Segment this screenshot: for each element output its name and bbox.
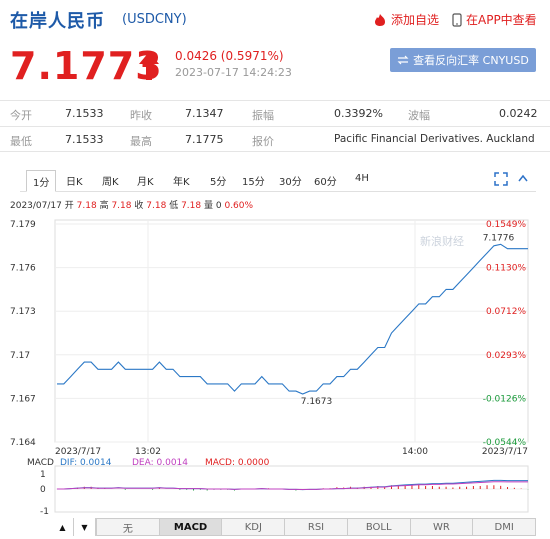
tab-daily[interactable]: 日K <box>66 173 83 188</box>
y-tick-label: 7.179 <box>10 220 36 230</box>
ohlc-close-label: 收 <box>134 201 144 211</box>
quote-source-label: 报价 <box>252 135 274 148</box>
volatility-value: 0.0242 <box>499 107 538 120</box>
ohlc-close: 7.18 <box>146 201 167 211</box>
low-label: 最低 <box>10 135 32 148</box>
pct-tick-label: 0.0712% <box>486 307 526 317</box>
tab-weekly[interactable]: 周K <box>102 173 119 188</box>
tab-5min[interactable]: 5分 <box>210 173 226 188</box>
view-in-app-button[interactable]: 在APP中查看 <box>452 11 537 28</box>
indicator-rsi[interactable]: RSI <box>285 519 348 535</box>
indicator-kdj[interactable]: KDJ <box>222 519 286 535</box>
indicator-tabs: 无 MACD KDJ RSI BOLL WR DMI <box>52 518 536 536</box>
tab-15min[interactable]: 15分 <box>242 173 265 188</box>
ohlc-volume: 量 0 <box>204 201 222 211</box>
x-tick-label: 2023/7/17 <box>55 447 101 457</box>
pct-tick-label: 0.1549% <box>486 220 526 230</box>
y-tick-label: 7.164 <box>10 438 36 448</box>
reverse-rate-label: 查看反向汇率 CNYUSD <box>413 54 529 67</box>
ohlc-readout: 2023/07/17 开 7.18 高 7.18 收 7.18 低 7.18 量… <box>10 198 253 211</box>
tab-yearly[interactable]: 年K <box>173 173 190 188</box>
nav-down-icon[interactable]: ▼ <box>74 518 96 536</box>
indicator-boll[interactable]: BOLL <box>347 519 411 535</box>
price-change: 0.0426 (0.5971%) <box>175 49 284 63</box>
min-annotation: 7.1673 <box>301 397 333 407</box>
ohlc-high-label: 高 <box>99 201 109 211</box>
stats-table: 今开 7.1533 昨收 7.1347 振幅 0.3392% 波幅 0.0242… <box>0 100 550 152</box>
ohlc-high: 7.18 <box>111 201 132 211</box>
tab-4h[interactable]: 4H <box>355 173 369 184</box>
add-favorite-button[interactable]: 添加自选 <box>373 11 439 28</box>
nav-up-icon[interactable]: ▲ <box>52 518 74 536</box>
volatility-label: 波幅 <box>408 109 430 122</box>
page-title: 在岸人民币 <box>10 11 105 32</box>
macd-y-tick: -1 <box>40 507 49 517</box>
stats-row: 最低 7.1533 最高 7.1775 报价 Pacific Financial… <box>0 126 550 152</box>
x-tick-label: 13:02 <box>135 447 161 457</box>
price-chart[interactable]: 7.179 7.176 7.173 7.17 7.167 7.164 0.1549% 0.11… <box>0 212 550 517</box>
ohlc-open: 7.18 <box>76 201 97 211</box>
quote-source-value: Pacific Financial Derivatives. Auckland <box>334 133 535 145</box>
fire-icon <box>375 13 385 26</box>
chevron-up-icon[interactable] <box>518 172 528 186</box>
ohlc-pct: 0.60% <box>224 201 254 211</box>
prev-close-value: 7.1347 <box>185 107 224 120</box>
pct-tick-label: 0.1130% <box>486 264 526 274</box>
phone-icon <box>452 12 462 27</box>
view-in-app-label: 在APP中查看 <box>466 13 537 27</box>
open-value: 7.1533 <box>65 107 104 120</box>
indicator-nav: ▲ ▼ <box>52 518 96 536</box>
add-favorite-label: 添加自选 <box>391 13 440 27</box>
up-arrow-icon <box>139 52 159 80</box>
open-label: 今开 <box>10 109 32 122</box>
pct-tick-label: -0.0126% <box>483 394 527 404</box>
amplitude-value: 0.3392% <box>334 107 383 120</box>
x-tick-label: 2023/7/17 <box>482 447 528 457</box>
amplitude-label: 振幅 <box>252 109 274 122</box>
indicator-none[interactable]: 无 <box>97 519 160 535</box>
macd-title: MACD <box>27 458 54 468</box>
quote-timestamp: 2023-07-17 14:24:23 <box>175 66 292 79</box>
swap-icon <box>397 55 409 65</box>
indicator-macd[interactable]: MACD <box>159 519 223 535</box>
tab-30min[interactable]: 30分 <box>279 173 302 188</box>
x-tick-label: 14:00 <box>402 447 428 457</box>
tab-60min[interactable]: 60分 <box>314 173 337 188</box>
price-series-line <box>57 243 528 395</box>
y-tick-label: 7.176 <box>10 264 36 274</box>
indicator-wr[interactable]: WR <box>410 519 474 535</box>
period-tabs: 1分 日K 周K 月K 年K 5分 15分 30分 60分 4H <box>20 170 536 192</box>
y-tick-label: 7.17 <box>10 351 30 361</box>
tab-monthly[interactable]: 月K <box>137 173 154 188</box>
plot-frame <box>54 219 529 443</box>
ohlc-open-label: 开 <box>64 201 74 211</box>
indicator-dmi[interactable]: DMI <box>473 519 536 535</box>
y-tick-label: 7.167 <box>10 394 36 404</box>
max-annotation: 7.1776 <box>483 233 515 243</box>
ohlc-low-label: 低 <box>169 201 179 211</box>
fullscreen-icon[interactable] <box>494 172 508 186</box>
pct-tick-label: 0.0293% <box>486 351 526 361</box>
ohlc-date: 2023/07/17 <box>10 201 62 211</box>
low-value: 7.1533 <box>65 133 104 146</box>
watermark: 新浪财经 <box>420 234 464 248</box>
high-label: 最高 <box>130 135 152 148</box>
prev-close-label: 昨收 <box>130 109 152 122</box>
high-value: 7.1775 <box>185 133 224 146</box>
header: 在岸人民币 (USDCNY) 添加自选 在APP中查看 <box>0 0 550 40</box>
y-tick-label: 7.173 <box>10 307 36 317</box>
reverse-rate-button[interactable]: 查看反向汇率 CNYUSD <box>390 48 536 72</box>
macd-y-tick: 1 <box>40 470 46 480</box>
symbol-code: (USDCNY) <box>122 12 187 27</box>
ohlc-low: 7.18 <box>181 201 202 211</box>
stats-row: 今开 7.1533 昨收 7.1347 振幅 0.3392% 波幅 0.0242 <box>0 100 550 126</box>
macd-y-tick: 0 <box>40 485 46 495</box>
tab-1min[interactable]: 1分 <box>26 170 57 192</box>
